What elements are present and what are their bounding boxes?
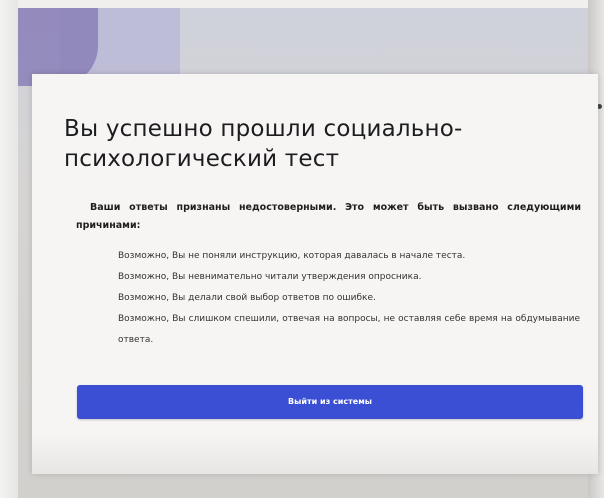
screen-photo: Вы успешно прошли социально-психологичес… [0,0,604,498]
reason-item: Возможно, Вы слишком спешили, отвечая на… [118,314,580,345]
logout-button[interactable]: Выйти из системы [77,385,583,419]
reason-item: Возможно, Вы не поняли инструкцию, котор… [118,251,466,261]
top-strip [18,0,604,8]
reason-item: Возможно, Вы невнимательно читали утверж… [118,272,422,282]
screen-bezel [0,0,18,498]
reason-item: Возможно, Вы делали свой выбор ответов п… [118,293,376,303]
result-card: Вы успешно прошли социально-психологичес… [32,74,598,474]
page-title: Вы успешно прошли социально-психологичес… [64,116,463,172]
card-shadow [32,434,598,474]
reasons-list: Возможно, Вы не поняли инструкцию, котор… [118,246,580,351]
result-message: Ваши ответы признаны недостоверными. Это… [76,202,581,231]
